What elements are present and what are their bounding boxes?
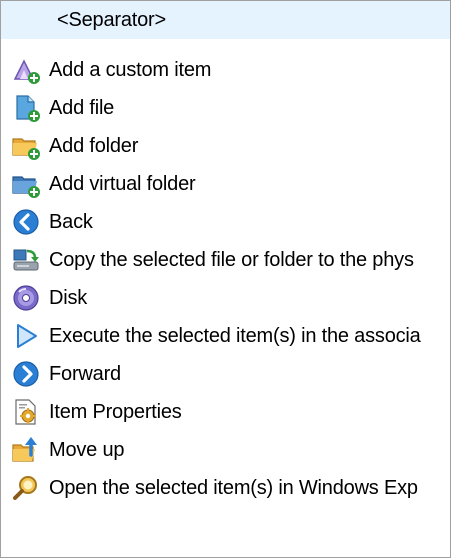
list-item-label: Execute the selected item(s) in the asso… bbox=[49, 324, 421, 347]
list-item-open-in-explorer[interactable]: Open the selected item(s) in Windows Exp bbox=[1, 469, 450, 507]
list-item-add-file[interactable]: Add file bbox=[1, 89, 450, 127]
list-item-label: Move up bbox=[49, 438, 125, 461]
folder-add-icon bbox=[12, 138, 40, 160]
custom-item-add-icon bbox=[13, 59, 40, 84]
list-item-label: Item Properties bbox=[49, 400, 182, 423]
copy-to-physical-icon bbox=[13, 249, 39, 271]
list-item-label: Open the selected item(s) in Windows Exp bbox=[49, 476, 418, 499]
list-item-label: Copy the selected file or folder to the … bbox=[49, 248, 414, 271]
list-item-move-up[interactable]: Move up bbox=[1, 431, 450, 469]
list-item-disk[interactable]: Disk bbox=[1, 279, 450, 317]
list-item-label: Forward bbox=[49, 362, 121, 385]
open-in-explorer-icon bbox=[13, 476, 37, 500]
forward-arrow-icon bbox=[13, 361, 39, 387]
list-item-label: <Separator> bbox=[57, 8, 166, 31]
list-item-add-custom-item[interactable]: Add a custom item bbox=[1, 51, 450, 89]
disk-icon bbox=[13, 285, 39, 311]
list-item-label: Add file bbox=[49, 96, 115, 119]
list-item-forward[interactable]: Forward bbox=[1, 355, 450, 393]
command-list[interactable]: <Separator> Add a custom item Add file A… bbox=[0, 0, 451, 558]
virtual-folder-add-icon bbox=[12, 176, 40, 198]
execute-play-icon bbox=[17, 324, 37, 348]
item-properties-icon bbox=[15, 399, 36, 425]
file-add-icon bbox=[16, 95, 40, 122]
back-arrow-icon bbox=[13, 209, 39, 235]
list-item-execute[interactable]: Execute the selected item(s) in the asso… bbox=[1, 317, 450, 355]
list-item-add-folder[interactable]: Add folder bbox=[1, 127, 450, 165]
list-item-back[interactable]: Back bbox=[1, 203, 450, 241]
move-up-folder-icon bbox=[12, 437, 37, 462]
list-item-copy-to-physical[interactable]: Copy the selected file or folder to the … bbox=[1, 241, 450, 279]
list-item-item-properties[interactable]: Item Properties bbox=[1, 393, 450, 431]
list-item-label: Disk bbox=[49, 286, 88, 309]
list-item-label: Back bbox=[49, 210, 93, 233]
list-item-label: Add virtual folder bbox=[49, 172, 196, 195]
list-item-label: Add folder bbox=[49, 134, 139, 157]
list-item-separator[interactable]: <Separator> bbox=[1, 1, 450, 39]
list-item-label: Add a custom item bbox=[49, 58, 212, 81]
list-item-add-virtual-folder[interactable]: Add virtual folder bbox=[1, 165, 450, 203]
